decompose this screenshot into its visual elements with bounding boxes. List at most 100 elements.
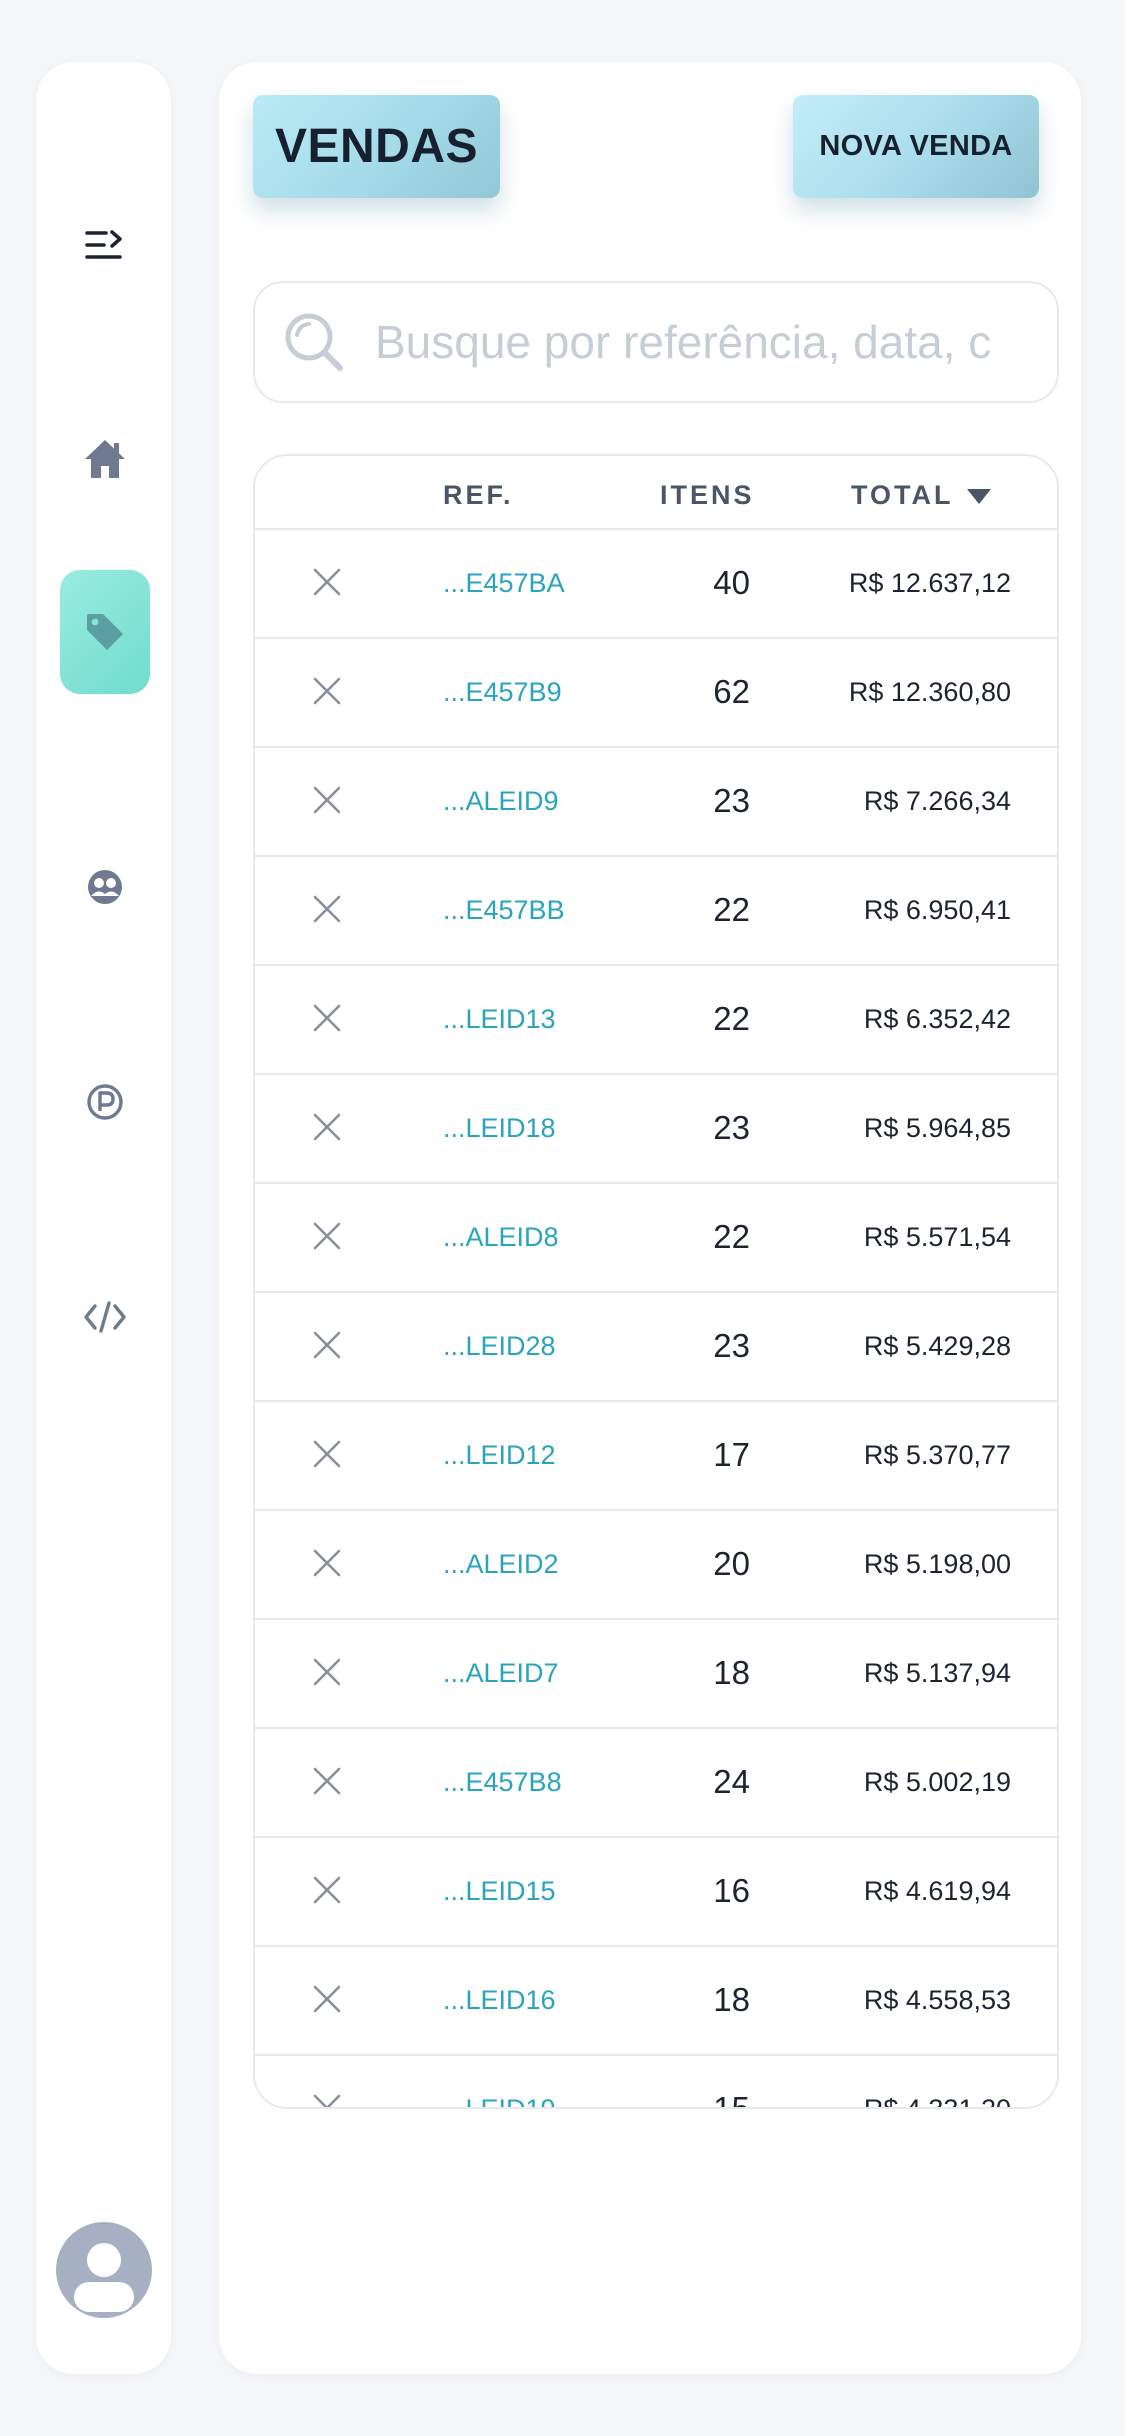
sale-items-count: 22 [713,891,750,928]
delete-icon[interactable] [311,1983,343,2015]
delete-icon[interactable] [311,1329,343,1361]
tag-icon [87,614,123,650]
search-bar [253,281,1059,403]
main-panel: VENDAS NOVA VENDA REF. ITENS TOTAL ...E4… [219,62,1081,2374]
sale-ref-link[interactable]: ...LEID19 [443,2094,556,2107]
table-row[interactable]: ...E457BB 22 R$ 6.950,41 [255,857,1057,966]
code-icon [84,1301,126,1333]
sales-table: REF. ITENS TOTAL ...E457BA 40 R$ 12.637,12… [253,454,1059,2109]
delete-icon[interactable] [311,2092,343,2109]
p-circle-icon [87,1084,123,1120]
delete-icon[interactable] [311,1220,343,1252]
sale-ref-link[interactable]: ...E457B8 [443,1767,562,1798]
sidebar [36,62,171,2374]
table-row[interactable]: ...ALEID2 20 R$ 5.198,00 [255,1511,1057,1620]
user-avatar-icon [74,2243,134,2312]
sale-items-count: 24 [713,1763,750,1800]
sidebar-item-home[interactable] [60,414,150,504]
new-sale-button[interactable]: NOVA VENDA [793,95,1039,198]
delete-icon[interactable] [311,1438,343,1470]
table-body: ...E457BA 40 R$ 12.637,12 ...E457B9 62 R$ 12.… [255,530,1057,2109]
sale-ref-link[interactable]: ...ALEID9 [443,786,559,817]
sale-total: R$ 5.571,54 [863,1222,1011,1252]
sale-total: R$ 6.950,41 [863,895,1011,925]
page-title: VENDAS [253,95,500,198]
sale-items-count: 17 [713,1436,750,1473]
sale-items-count: 20 [713,1545,750,1582]
sale-ref-link[interactable]: ...LEID13 [443,1004,556,1035]
sort-desc-icon [966,488,991,504]
table-row[interactable]: ...LEID16 18 R$ 4.558,53 [255,1947,1057,2056]
sale-items-count: 18 [713,1981,750,2018]
table-row[interactable]: ...LEID18 23 R$ 5.964,85 [255,1075,1057,1184]
table-row[interactable]: ...ALEID9 23 R$ 7.266,34 [255,748,1057,857]
table-header: REF. ITENS TOTAL [255,456,1057,530]
table-row[interactable]: ...LEID15 16 R$ 4.619,94 [255,1838,1057,1947]
sidebar-menu-toggle[interactable] [60,200,150,290]
sale-ref-link[interactable]: ...LEID16 [443,1985,556,2016]
sidebar-item-customers[interactable] [60,842,150,932]
users-icon [88,870,122,904]
sale-ref-link[interactable]: ...ALEID8 [443,1222,559,1253]
sale-items-count: 23 [713,782,750,819]
sale-ref-link[interactable]: ...LEID28 [443,1331,556,1362]
sidebar-item-developer[interactable] [60,1272,150,1362]
sale-total: R$ 5.370,77 [863,1440,1011,1470]
delete-icon[interactable] [311,1111,343,1143]
sale-items-count: 40 [713,564,750,601]
sale-total: R$ 12.360,80 [848,677,1011,707]
delete-icon[interactable] [311,1547,343,1579]
sale-total: R$ 6.352,42 [863,1004,1011,1034]
sale-ref-link[interactable]: ...E457B9 [443,677,562,708]
delete-icon[interactable] [311,893,343,925]
sale-ref-link[interactable]: ...ALEID2 [443,1549,559,1580]
sale-total: R$ 7.266,34 [863,786,1011,816]
table-row[interactable]: ...E457B8 24 R$ 5.002,19 [255,1729,1057,1838]
sale-items-count: 15 [713,2090,750,2109]
search-icon [285,313,343,371]
delete-icon[interactable] [311,1002,343,1034]
column-header-total[interactable]: TOTAL [851,480,992,511]
column-header-items[interactable]: ITENS [660,480,755,511]
sale-ref-link[interactable]: ...E457BA [443,568,565,599]
sale-ref-link[interactable]: ...E457BB [443,895,565,926]
sale-total: R$ 5.429,28 [863,1331,1011,1361]
sale-ref-link[interactable]: ...ALEID7 [443,1658,559,1689]
sale-items-count: 22 [713,1218,750,1255]
delete-icon[interactable] [311,784,343,816]
sale-items-count: 23 [713,1109,750,1146]
sale-ref-link[interactable]: ...LEID18 [443,1113,556,1144]
table-row[interactable]: ...ALEID7 18 R$ 5.137,94 [255,1620,1057,1729]
sale-items-count: 62 [713,673,750,710]
delete-icon[interactable] [311,1656,343,1688]
table-row[interactable]: ...E457B9 62 R$ 12.360,80 [255,639,1057,748]
sale-total: R$ 5.198,00 [863,1549,1011,1579]
menu-expand-icon [85,230,122,259]
sale-ref-link[interactable]: ...LEID15 [443,1876,556,1907]
sale-total: R$ 5.137,94 [863,1658,1011,1688]
delete-icon[interactable] [311,1765,343,1797]
sidebar-item-sales[interactable] [60,570,150,694]
sale-ref-link[interactable]: ...LEID12 [443,1440,556,1471]
sale-total: R$ 4.558,53 [863,1985,1011,2015]
page-title-text: VENDAS [274,120,479,173]
column-header-ref[interactable]: REF. [443,480,514,511]
search-input[interactable] [375,315,1013,369]
table-row[interactable]: ...E457BA 40 R$ 12.637,12 [255,530,1057,639]
delete-icon[interactable] [311,566,343,598]
table-row[interactable]: ...LEID12 17 R$ 5.370,77 [255,1402,1057,1511]
sale-items-count: 16 [713,1872,750,1909]
sale-total: R$ 5.964,85 [863,1113,1011,1143]
sale-total: R$ 4.331,20 [863,2094,1011,2109]
sidebar-item-p[interactable] [60,1057,150,1147]
avatar[interactable] [56,2222,152,2318]
table-row[interactable]: ...LEID13 22 R$ 6.352,42 [255,966,1057,1075]
delete-icon[interactable] [311,1874,343,1906]
table-row[interactable]: ...LEID19 15 R$ 4.331,20 [255,2056,1057,2109]
delete-icon[interactable] [311,675,343,707]
sale-items-count: 23 [713,1327,750,1364]
table-row[interactable]: ...ALEID8 22 R$ 5.571,54 [255,1184,1057,1293]
sale-total: R$ 12.637,12 [848,568,1011,598]
sale-total: R$ 4.619,94 [863,1876,1011,1906]
table-row[interactable]: ...LEID28 23 R$ 5.429,28 [255,1293,1057,1402]
